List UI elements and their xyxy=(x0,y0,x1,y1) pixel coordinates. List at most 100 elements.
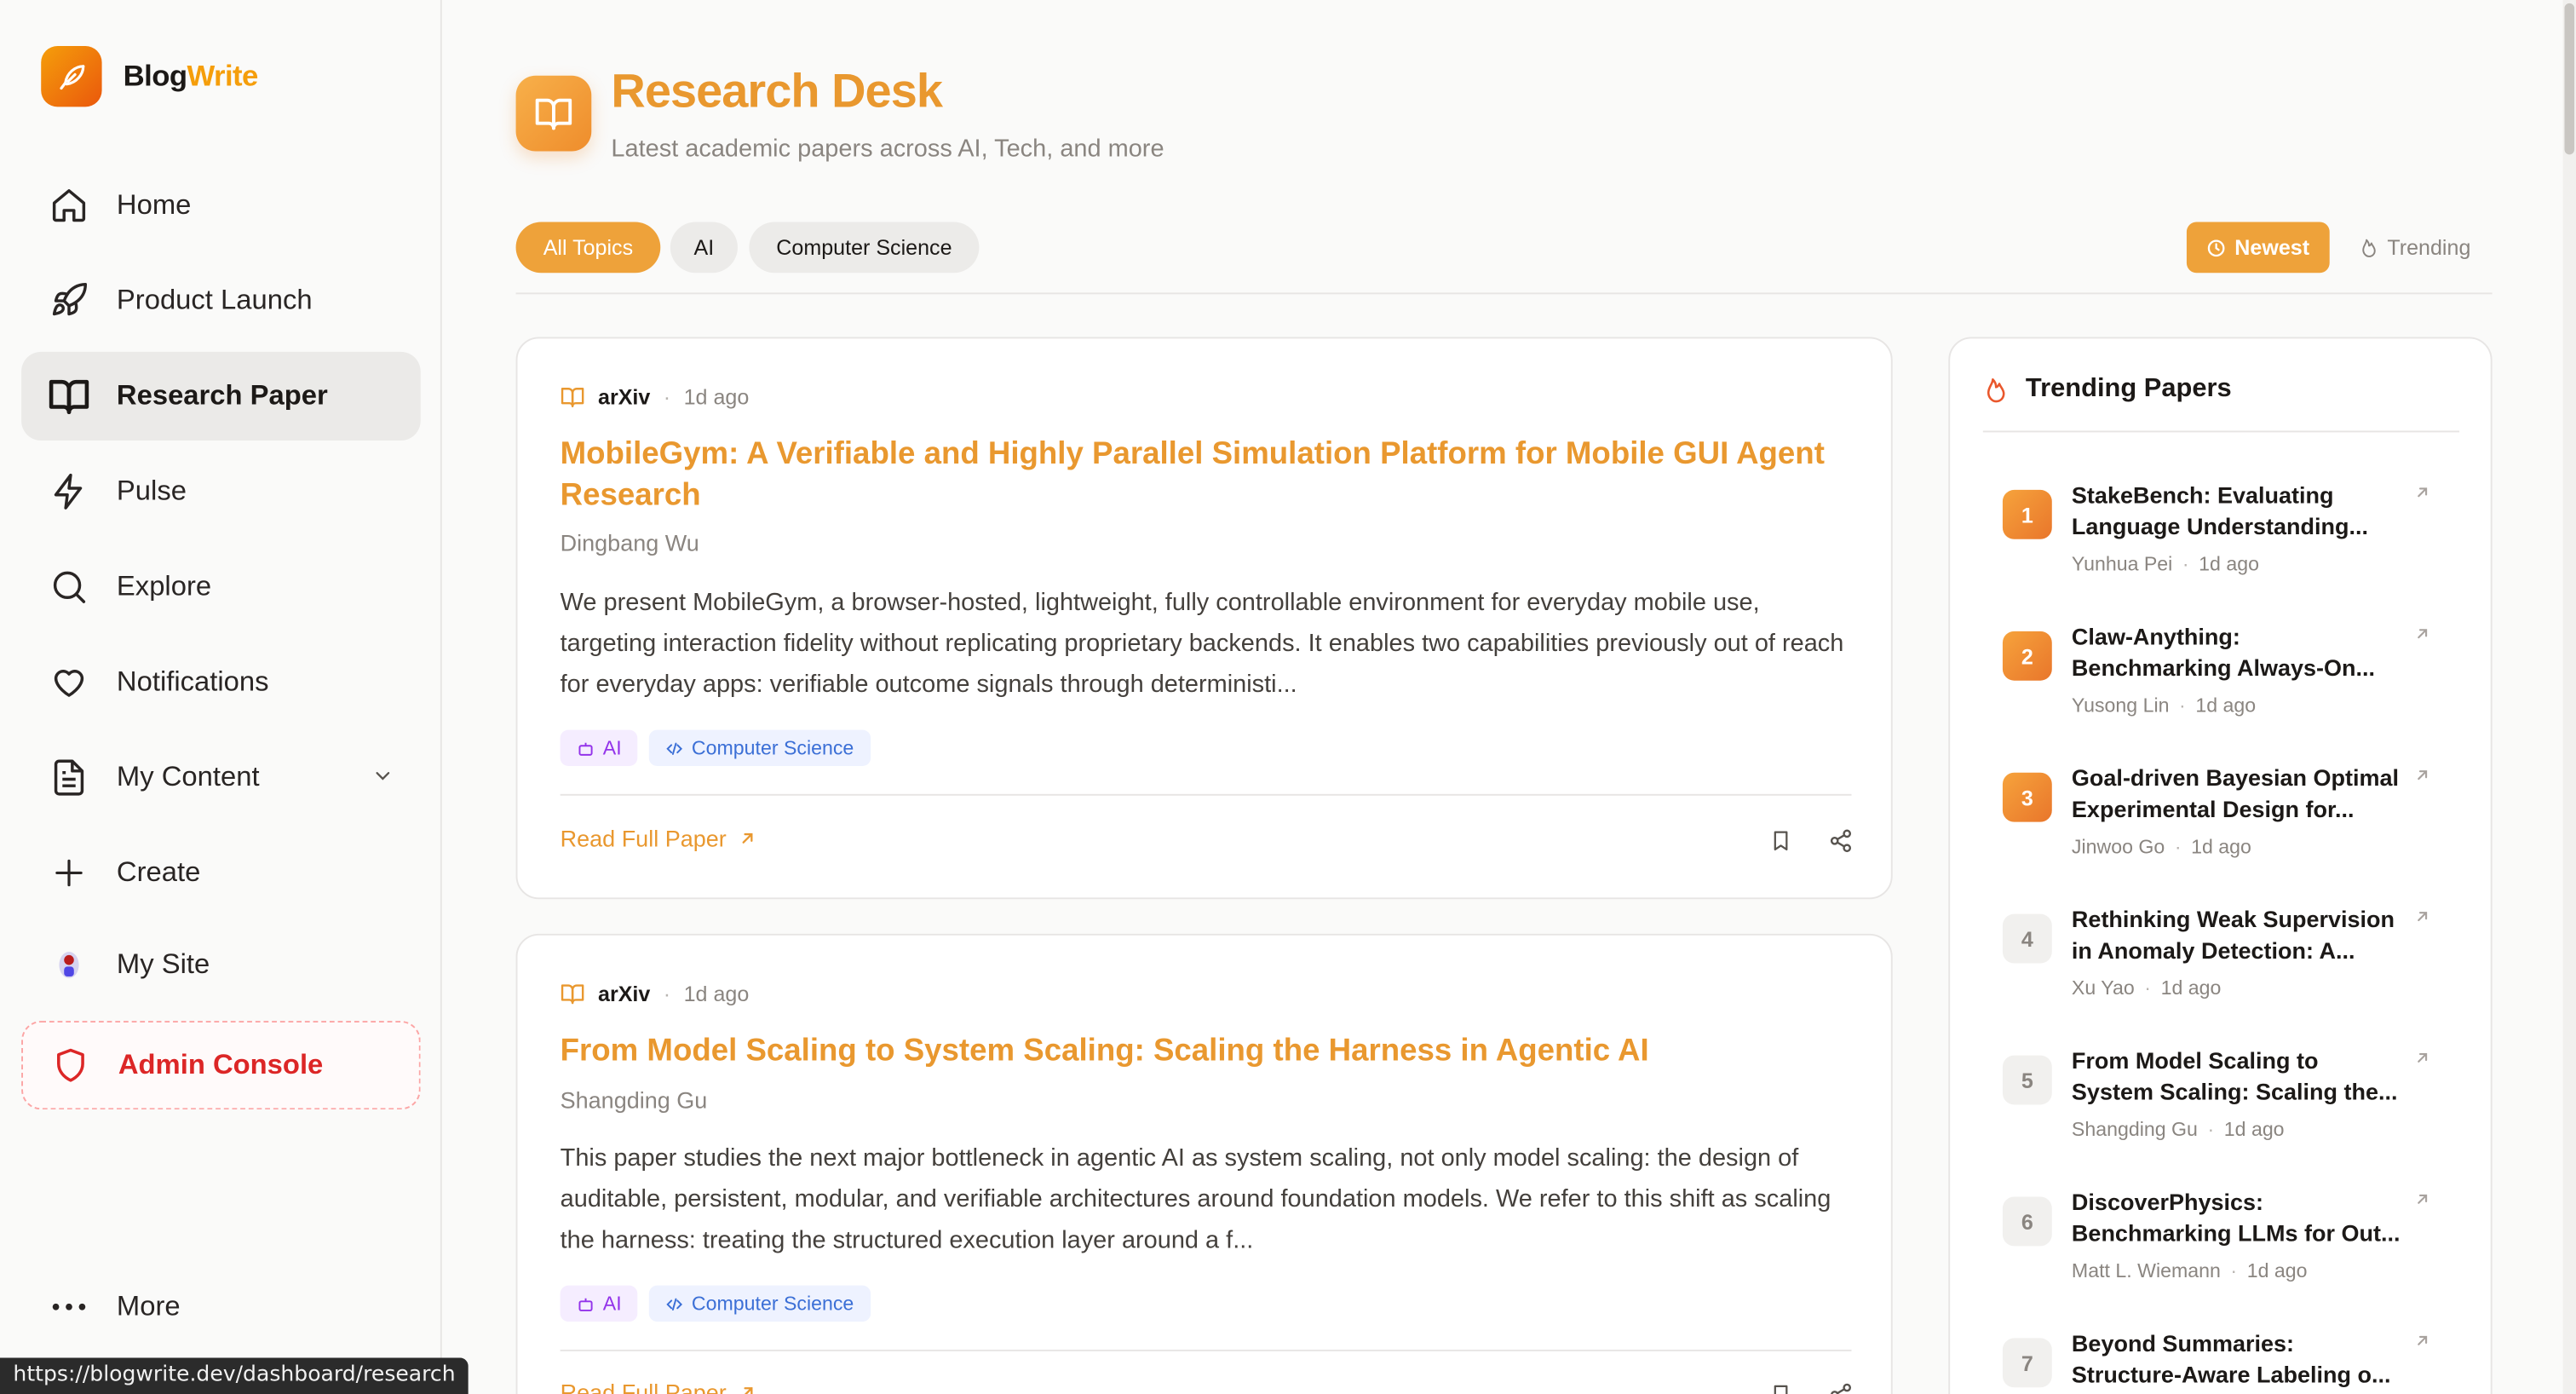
share-button[interactable] xyxy=(1826,1380,1855,1394)
trending-item[interactable]: 4 Rethinking Weak Supervision in Anomaly… xyxy=(2002,904,2463,1019)
document-icon xyxy=(48,756,90,798)
sidebar-item-notifications[interactable]: Notifications xyxy=(21,638,421,727)
sort-trending-button[interactable]: Trending xyxy=(2343,222,2487,273)
external-arrow-icon xyxy=(2418,1052,2428,1063)
trending-item-meta: Yunhua Pei · 1d ago xyxy=(2072,552,2259,575)
read-label: Read Full Paper xyxy=(560,825,727,852)
paper-time: 1d ago xyxy=(683,384,750,410)
brand-name-part1: Blog xyxy=(123,59,187,93)
filter-chip-all-topics[interactable]: All Topics xyxy=(515,222,661,274)
paper-title-link[interactable]: From Model Scaling to System Scaling: Sc… xyxy=(561,1031,1859,1072)
paper-source: arXiv · 1d ago xyxy=(561,384,750,410)
rocket-icon xyxy=(48,279,90,322)
filter-chip-computer-science[interactable]: Computer Science xyxy=(749,222,980,274)
sort-trending-label: Trending xyxy=(2387,234,2471,260)
sidebar-item-home[interactable]: Home xyxy=(21,161,421,250)
rank-badge: 7 xyxy=(2002,1338,2052,1388)
paper-source: arXiv · 1d ago xyxy=(561,981,750,1006)
trending-item[interactable]: 7 Beyond Summaries: Structure-Aware Labe… xyxy=(2002,1328,2463,1394)
flame-icon xyxy=(1987,377,2005,402)
sidebar-item-my-site[interactable]: My Site xyxy=(21,920,421,1009)
separator-dot: · xyxy=(2144,976,2152,999)
lightning-icon xyxy=(48,470,90,513)
paper-title-link[interactable]: MobileGym: A Verifiable and Highly Paral… xyxy=(561,434,1859,516)
page-subtitle: Latest academic papers across AI, Tech, … xyxy=(611,135,1164,163)
bookmark-button[interactable] xyxy=(1766,1380,1796,1394)
sidebar-item-pulse[interactable]: Pulse xyxy=(21,447,421,536)
paper-abstract: We present MobileGym, a browser-hosted, … xyxy=(560,588,1844,699)
sort-newest-button[interactable]: Newest xyxy=(2186,222,2330,274)
rank-badge: 6 xyxy=(2002,1196,2052,1247)
share-icon xyxy=(1829,1382,1851,1394)
paper-author: Shangding Gu xyxy=(560,1086,708,1114)
read-label: Read Full Paper xyxy=(560,1379,727,1394)
book-open-icon xyxy=(561,388,584,407)
trending-item-meta: Yusong Lin · 1d ago xyxy=(2072,694,2256,717)
external-arrow-icon xyxy=(744,1387,753,1394)
page-scrollbar[interactable] xyxy=(2562,0,2576,1394)
sidebar-item-admin-console[interactable]: Admin Console xyxy=(21,1021,421,1110)
tag-ai[interactable]: AI xyxy=(560,1285,638,1322)
trending-item[interactable]: 5 From Model Scaling to System Scaling: … xyxy=(2002,1046,2463,1161)
brand-name-part2: Write xyxy=(187,59,258,93)
tag-label: Computer Science xyxy=(691,1292,854,1316)
robot-icon xyxy=(578,1297,593,1310)
trending-item-meta: Jinwoo Go · 1d ago xyxy=(2072,835,2251,858)
trending-item[interactable]: 3 Goal-driven Bayesian Optimal Experimen… xyxy=(2002,763,2463,878)
trending-item[interactable]: 1 StakeBench: Evaluating Language Unders… xyxy=(2002,480,2463,595)
separator-dot: · xyxy=(663,384,671,410)
book-open-icon xyxy=(48,375,90,418)
external-arrow-icon xyxy=(2418,770,2428,781)
share-button[interactable] xyxy=(1826,825,1855,855)
trending-item-meta: Xu Yao · 1d ago xyxy=(2072,976,2221,999)
filter-chip-ai[interactable]: AI xyxy=(670,222,738,274)
tag-computer-science[interactable]: Computer Science xyxy=(648,729,871,767)
trending-item-author: Matt L. Wiemann xyxy=(2071,1259,2221,1282)
sidebar-item-label: More xyxy=(116,1290,181,1322)
filter-divider xyxy=(515,292,2493,295)
trending-item-title: Claw-Anything: Benchmarking Always-On... xyxy=(2071,623,2376,681)
trending-item-title: StakeBench: Evaluating Language Understa… xyxy=(2071,481,2368,539)
trending-divider xyxy=(1982,430,2460,433)
trending-item-author: Shangding Gu xyxy=(2071,1117,2198,1141)
read-full-paper-link[interactable]: Read Full Paper xyxy=(561,825,758,851)
sidebar-item-product-launch[interactable]: Product Launch xyxy=(21,256,421,345)
card-divider xyxy=(560,793,1852,796)
read-full-paper-link[interactable]: Read Full Paper xyxy=(561,1380,758,1394)
page-title: Research Desk xyxy=(611,66,943,118)
bookmark-button[interactable] xyxy=(1766,825,1796,855)
trending-item-author: Jinwoo Go xyxy=(2071,835,2165,859)
rank-badge: 3 xyxy=(2002,772,2052,822)
trending-item[interactable]: 6 DiscoverPhysics: Benchmarking LLMs for… xyxy=(2002,1187,2463,1302)
sidebar-item-more[interactable]: More xyxy=(21,1263,421,1351)
tag-ai[interactable]: AI xyxy=(560,729,638,767)
scrollbar-thumb[interactable] xyxy=(2564,3,2575,155)
sidebar-item-research-paper[interactable]: Research Paper xyxy=(21,351,421,441)
sidebar-item-label: Pulse xyxy=(116,475,187,507)
trending-item-title: Goal-driven Bayesian Optimal Experimenta… xyxy=(2071,764,2400,822)
home-icon xyxy=(48,184,90,227)
sidebar-item-label: Research Paper xyxy=(116,379,328,412)
trending-item-meta: Shangding Gu · 1d ago xyxy=(2072,1118,2285,1141)
trending-item-title: DiscoverPhysics: Benchmarking LLMs for O… xyxy=(2071,1188,2401,1247)
sidebar-item-label: My Site xyxy=(116,948,210,980)
sidebar-item-my-content[interactable]: My Content xyxy=(21,733,421,821)
bookmark-icon xyxy=(1774,830,1788,850)
rank-badge: 2 xyxy=(2002,631,2052,681)
source-name: arXiv xyxy=(597,981,651,1006)
trending-item-time: 1d ago xyxy=(2199,552,2259,576)
sidebar-item-explore[interactable]: Explore xyxy=(21,543,421,631)
trending-title: Trending Papers xyxy=(2025,374,2232,403)
paper-time: 1d ago xyxy=(683,981,750,1006)
book-open-icon xyxy=(561,984,584,1005)
brand[interactable]: BlogWrite xyxy=(41,46,258,107)
external-arrow-icon xyxy=(742,832,753,844)
trending-item-meta: Matt L. Wiemann · 1d ago xyxy=(2072,1259,2308,1282)
sidebar-item-create[interactable]: Create xyxy=(21,828,421,917)
trending-item-author: Xu Yao xyxy=(2071,976,2135,999)
trending-item-time: 1d ago xyxy=(2160,976,2222,999)
trending-item[interactable]: 2 Claw-Anything: Benchmarking Always-On.… xyxy=(2002,621,2463,736)
external-arrow-icon xyxy=(2418,629,2428,639)
sidebar-item-label: Admin Console xyxy=(118,1048,324,1080)
tag-computer-science[interactable]: Computer Science xyxy=(648,1285,871,1322)
